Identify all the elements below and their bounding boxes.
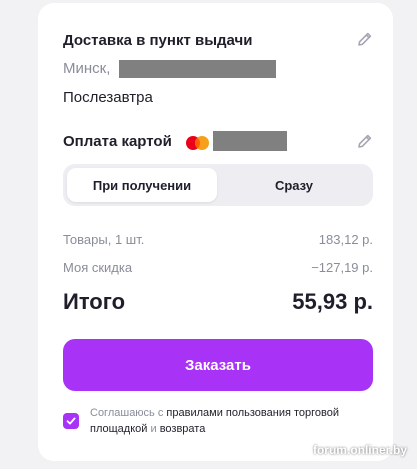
payment-title: Оплата картой — [63, 133, 172, 150]
return-link[interactable]: возврата — [160, 423, 206, 435]
checkout-card: Доставка в пункт выдачи Минск, Послезавт… — [38, 3, 393, 461]
option-now[interactable]: Сразу — [219, 168, 369, 202]
delivery-title: Доставка в пункт выдачи — [63, 32, 253, 49]
discount-label: Моя скидка — [63, 260, 133, 275]
mastercard-icon — [186, 136, 209, 150]
agreement-and: и — [150, 423, 157, 435]
payment-timing-segmented-control: При получении Сразу — [63, 164, 373, 206]
watermark: forum.onliner.by — [312, 443, 407, 457]
agreement-text: Соглашаюсь с правилами пользования торго… — [90, 405, 380, 437]
total-label: Итого — [63, 289, 126, 314]
checkmark-icon — [66, 417, 76, 425]
edit-delivery-icon[interactable] — [356, 30, 374, 48]
agreement-checkbox[interactable] — [63, 413, 79, 429]
order-button[interactable]: Заказать — [63, 339, 373, 391]
redacted-card-number — [213, 131, 287, 151]
goods-value: 183,12 р. — [318, 232, 373, 247]
edit-payment-icon[interactable] — [356, 132, 374, 150]
delivery-date: Послезавтра — [63, 89, 153, 106]
total-value: 55,93 р. — [292, 289, 373, 314]
agreement-prefix: Соглашаюсь с — [90, 407, 164, 419]
redacted-address — [119, 60, 276, 78]
delivery-city: Минск, — [63, 60, 111, 77]
discount-value: −127,19 р. — [311, 260, 373, 275]
option-on-delivery[interactable]: При получении — [67, 168, 217, 202]
goods-label: Товары, 1 шт. — [63, 232, 145, 247]
